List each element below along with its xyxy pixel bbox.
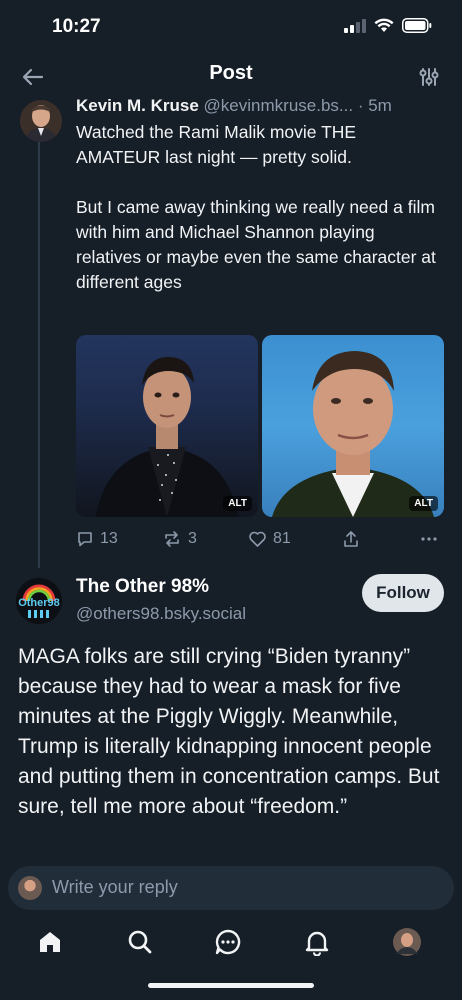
reply-count: 13	[100, 530, 118, 547]
author-handle[interactable]: @others98.bsky.social	[76, 604, 246, 624]
tab-chat[interactable]	[213, 927, 243, 957]
repost-count: 3	[188, 530, 197, 547]
photo-illustration	[96, 357, 238, 517]
battery-icon	[402, 18, 432, 33]
avatar[interactable]: Other98	[16, 578, 62, 624]
post-image[interactable]: ALT	[76, 335, 258, 517]
post-image[interactable]: ALT	[262, 335, 444, 517]
status-bar: 10:27	[0, 0, 462, 56]
more-options-button[interactable]	[420, 530, 438, 548]
chat-icon	[215, 929, 241, 955]
post-actions: 13 3 81	[76, 530, 446, 554]
share-icon	[344, 531, 358, 547]
post-text: MAGA folks are still crying “Biden tyran…	[18, 645, 440, 818]
author-name[interactable]: Kevin M. Kruse	[76, 96, 199, 115]
sliders-icon	[419, 68, 439, 86]
post-images: ALT ALT	[76, 335, 444, 517]
home-indicator	[148, 983, 314, 988]
alt-badge[interactable]: ALT	[223, 496, 252, 511]
tab-home[interactable]	[35, 927, 65, 957]
tab-notifications[interactable]	[302, 927, 332, 957]
like-button[interactable]: 81	[248, 530, 291, 548]
bottom-tab-bar	[0, 915, 462, 971]
tab-profile[interactable]	[392, 927, 422, 957]
repost-icon	[165, 531, 179, 547]
other98-logo: Other98	[16, 578, 62, 624]
home-icon	[40, 932, 60, 952]
status-time: 10:27	[52, 16, 101, 37]
profile-avatar	[393, 928, 421, 956]
tab-search[interactable]	[125, 927, 155, 957]
photo-illustration	[272, 351, 434, 517]
avatar-photo	[20, 100, 62, 142]
share-button[interactable]	[342, 530, 360, 548]
repost-button[interactable]: 3	[162, 530, 197, 548]
search-icon	[128, 930, 152, 954]
reply-placeholder[interactable]: Write your reply	[52, 877, 178, 898]
parent-post[interactable]: Kevin M. Kruse @kevinmkruse.bs... · 5m W…	[0, 90, 462, 570]
status-icons	[344, 18, 432, 33]
heart-icon	[249, 531, 266, 547]
post-text: Watched the Rami Malik movie THE AMATEUR…	[76, 122, 436, 292]
user-avatar	[18, 876, 42, 900]
reply-composer[interactable]: Write your reply	[8, 866, 454, 910]
parent-post-header: Kevin M. Kruse @kevinmkruse.bs... · 5m	[76, 96, 448, 116]
ellipsis-icon	[421, 537, 437, 541]
reply-button[interactable]: 13	[76, 530, 118, 548]
svg-text:Other98: Other98	[18, 597, 60, 609]
alt-badge[interactable]: ALT	[409, 496, 438, 511]
post-time: · 5m	[357, 96, 392, 115]
avatar[interactable]	[20, 100, 62, 142]
cellular-signal-icon	[344, 18, 366, 33]
reply-bubble-icon	[78, 532, 92, 547]
like-count: 81	[273, 530, 291, 547]
thread-settings-button[interactable]	[414, 62, 444, 92]
wifi-icon	[374, 18, 394, 32]
author-name[interactable]: The Other 98%	[76, 576, 209, 598]
page-title: Post	[209, 62, 253, 84]
follow-button[interactable]: Follow	[362, 574, 444, 612]
author-handle[interactable]: @kevinmkruse.bs...	[204, 96, 354, 115]
bell-icon	[305, 931, 329, 956]
